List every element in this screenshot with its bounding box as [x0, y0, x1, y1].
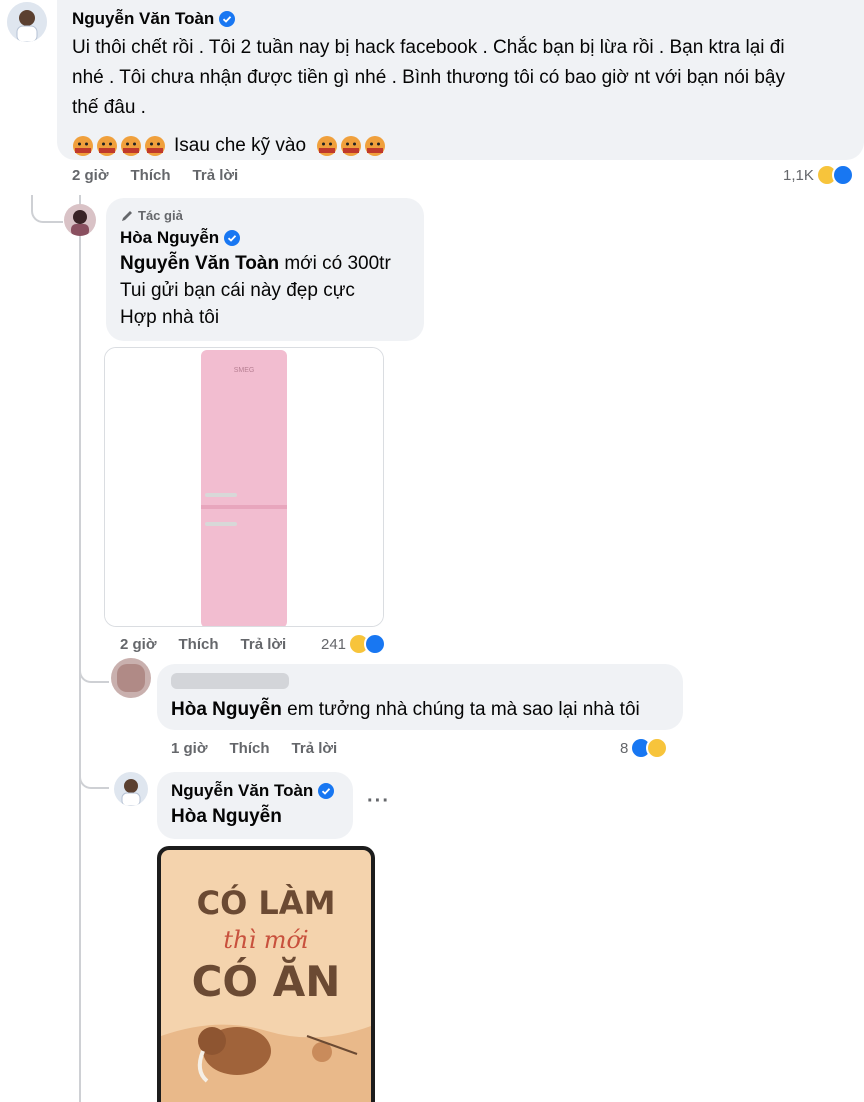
comment-time[interactable]: 2 giờ	[72, 167, 109, 184]
verified-icon	[318, 783, 335, 799]
poster-text-line: CÓ ĂN	[192, 956, 341, 1006]
like-button[interactable]: Thích	[131, 167, 171, 184]
reply-button[interactable]: Trả lời	[292, 740, 338, 757]
fridge-image[interactable]: SMEG	[104, 347, 384, 627]
avatar[interactable]	[111, 658, 151, 698]
comment-actions: 1 giờ Thích Trả lời	[171, 740, 337, 757]
verified-icon	[219, 11, 236, 27]
blurred-author-name	[171, 673, 289, 689]
avatar[interactable]	[114, 772, 148, 806]
reaction-summary[interactable]: 8	[620, 737, 669, 759]
comment-text-line: Hợp nhà tôi	[120, 307, 220, 328]
verified-icon	[224, 230, 241, 246]
comment-author[interactable]: Hòa Nguyễn	[120, 228, 241, 248]
angry-face-emoji-group	[316, 135, 386, 157]
fridge-brand-label: SMEG	[234, 367, 255, 374]
comment-bubble: Nguyễn Văn Toàn Hòa Nguyễn	[157, 772, 353, 839]
mention-link[interactable]: Hòa Nguyễn	[171, 806, 282, 827]
comment-text-line: nhé . Tôi chưa nhận được tiền gì nhé . B…	[72, 67, 785, 88]
angry-face-emoji-group	[72, 135, 166, 157]
comment-text-line: thế đâu .	[72, 97, 146, 118]
pencil-icon	[122, 210, 132, 221]
comment-text-line: Ui thôi chết rồi . Tôi 2 tuần nay bị hac…	[72, 37, 785, 58]
mention-link[interactable]: Nguyễn Văn Toàn	[120, 253, 279, 274]
comment-time[interactable]: 2 giờ	[120, 636, 157, 653]
comment-text-line: Tui gửi bạn cái này đẹp cực	[120, 280, 355, 301]
comment-actions: 2 giờ Thích Trả lời	[72, 167, 238, 184]
thread-connector	[79, 765, 109, 789]
comment-text-line: mới có 300tr	[279, 253, 391, 274]
haha-reaction-icon	[646, 737, 669, 759]
poster-text-line: CÓ LÀM	[197, 883, 336, 922]
poster-text-line: thì mới	[223, 926, 308, 954]
mention-link[interactable]: Hòa Nguyễn	[171, 699, 282, 720]
avatar[interactable]	[7, 2, 47, 42]
poster-image[interactable]: CÓ LÀM thì mới CÓ ĂN	[157, 846, 375, 1102]
like-button[interactable]: Thích	[179, 636, 219, 653]
comment-author[interactable]: Nguyễn Văn Toàn	[171, 781, 335, 801]
like-reaction-icon	[831, 164, 854, 186]
comment-text: em tưởng nhà chúng ta mà sao lại nhà tôi	[281, 699, 640, 720]
comment-bubble: Tác giả Hòa Nguyễn Nguyễn Văn Toàn mới c…	[106, 198, 424, 341]
reaction-count: 241	[321, 635, 347, 653]
comment-bubble: Nguyễn Văn Toàn Ui thôi chết rồi . Tôi 2…	[57, 0, 864, 160]
reaction-summary[interactable]: 241	[321, 633, 387, 655]
avatar[interactable]	[64, 204, 96, 236]
reply-button[interactable]: Trả lời	[193, 167, 239, 184]
author-badge: Tác giả	[138, 208, 183, 223]
comment-author[interactable]: Nguyễn Văn Toàn	[72, 9, 236, 29]
thread-connector	[31, 195, 63, 223]
like-button[interactable]: Thích	[230, 740, 270, 757]
thread-line	[79, 195, 81, 1102]
thread-connector	[79, 655, 109, 683]
comment-bubble: Hòa Nguyễn em tưởng nhà chúng ta mà sao …	[157, 664, 683, 730]
more-options-button[interactable]: ···	[367, 790, 390, 813]
comment-time[interactable]: 1 giờ	[171, 740, 208, 757]
comment-actions: 2 giờ Thích Trả lời	[120, 636, 286, 653]
reaction-count: 1,1K	[783, 166, 814, 184]
reply-button[interactable]: Trả lời	[241, 636, 287, 653]
like-reaction-icon	[364, 633, 387, 655]
reaction-summary[interactable]: 1,1K	[783, 164, 854, 186]
comment-text-line: Isau che kỹ vào	[174, 135, 307, 156]
reaction-count: 8	[620, 739, 629, 757]
